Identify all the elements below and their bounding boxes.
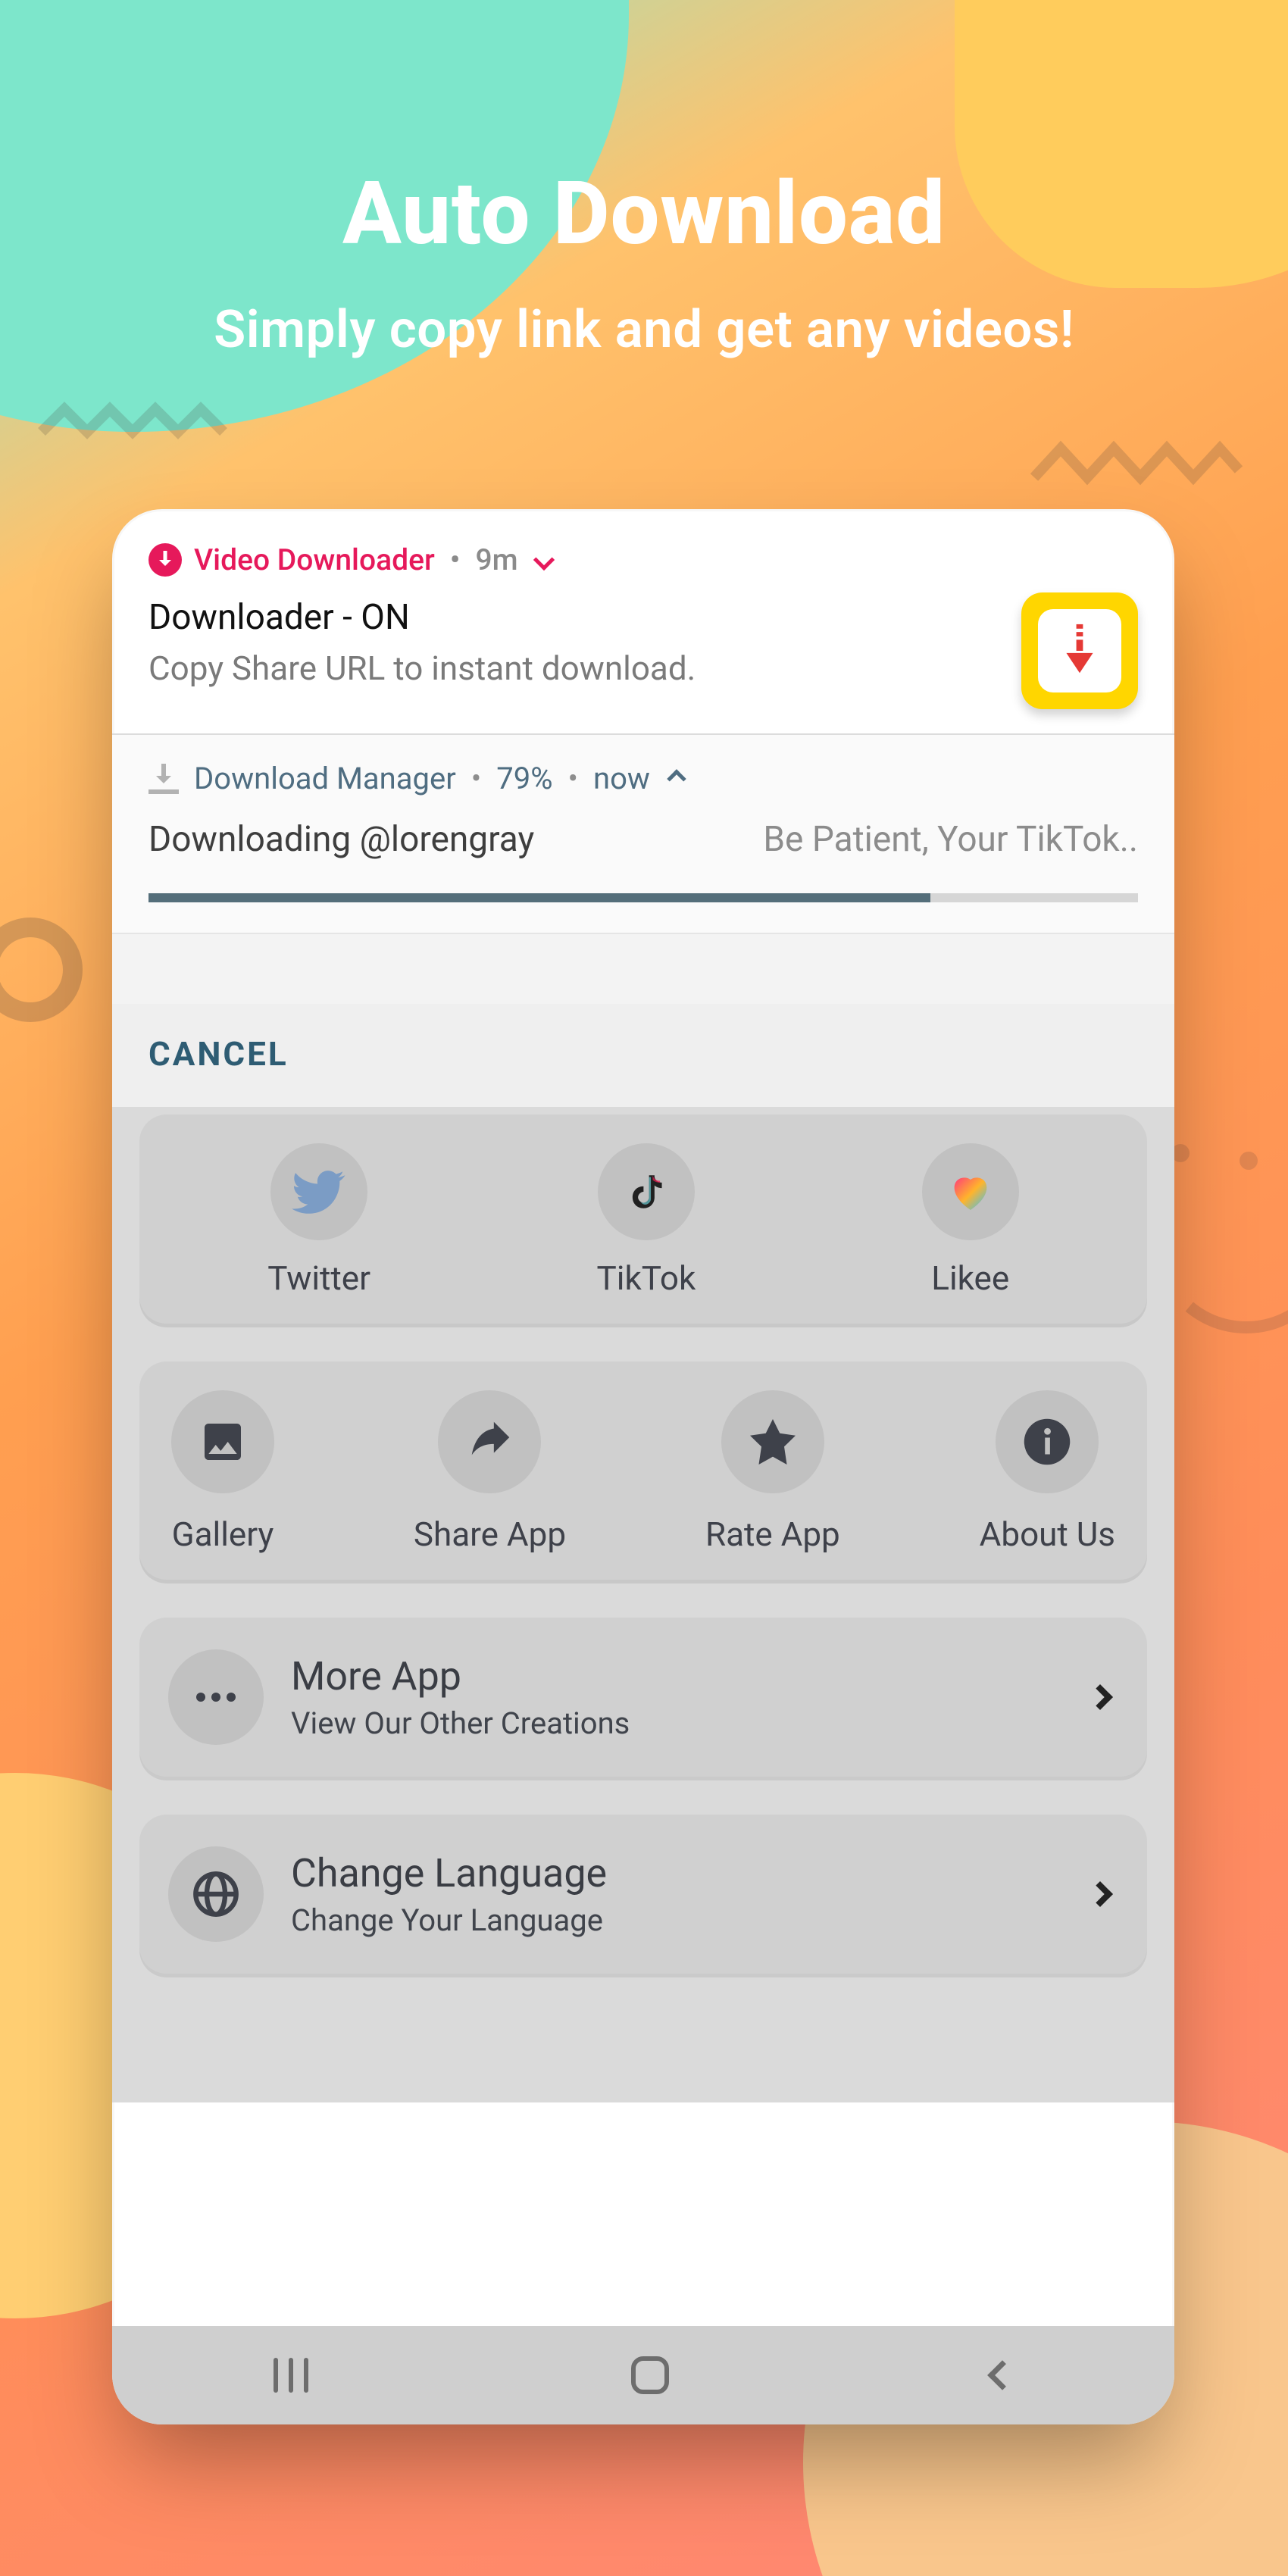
notif2-age: now	[593, 761, 650, 796]
tiktok-icon	[598, 1143, 695, 1240]
promo-text: Auto Download Simply copy link and get a…	[0, 163, 1288, 360]
more-icon	[168, 1649, 264, 1745]
app-icon	[1021, 592, 1138, 709]
chevron-right-icon	[1087, 1684, 1113, 1710]
globe-icon	[168, 1846, 264, 1942]
twitter-icon	[270, 1143, 367, 1240]
nav-back-button[interactable]	[987, 2360, 1018, 2390]
notif-app-name: Video Downloader	[194, 542, 435, 577]
star-icon	[721, 1390, 824, 1493]
notification-download-manager[interactable]: Download Manager • 79% • now Downloading…	[112, 735, 1174, 933]
nav-recent-button[interactable]	[274, 2358, 308, 2393]
notif2-percent: 79%	[496, 761, 552, 796]
likee-icon	[922, 1143, 1019, 1240]
actions-card: Gallery Share App Rate App About Us	[139, 1361, 1147, 1580]
app-background: Twitter TikTok Likee	[112, 1107, 1174, 2102]
social-likee[interactable]: Likee	[922, 1143, 1019, 1298]
list-more-apps[interactable]: More App View Our Other Creations	[139, 1618, 1147, 1777]
promo-subtitle: Simply copy link and get any videos!	[0, 299, 1288, 360]
phone-frame: Video Downloader • 9m Downloader - ON Co…	[112, 509, 1174, 2424]
notif-message: Copy Share URL to instant download.	[148, 649, 1003, 688]
cancel-button[interactable]: CANCEL	[148, 1034, 289, 1074]
social-card: Twitter TikTok Likee	[139, 1114, 1147, 1324]
download-item-subtitle: Be Patient, Your TikTok..	[763, 819, 1138, 860]
notif-age: 9m	[475, 542, 517, 577]
info-icon	[996, 1390, 1099, 1493]
notification-downloader[interactable]: Video Downloader • 9m Downloader - ON Co…	[112, 509, 1174, 733]
download-progress	[148, 893, 1138, 902]
share-icon	[438, 1390, 541, 1493]
gallery-icon	[171, 1390, 274, 1493]
notif-title: Downloader - ON	[148, 597, 1003, 638]
nav-home-button[interactable]	[631, 2356, 669, 2394]
action-gallery[interactable]: Gallery	[171, 1390, 274, 1554]
download-item-title: Downloading @lorengray	[148, 819, 534, 860]
download-icon	[148, 543, 182, 577]
chevron-up-icon[interactable]	[667, 769, 686, 788]
action-about[interactable]: About Us	[980, 1390, 1115, 1554]
notif2-app-name: Download Manager	[194, 761, 456, 796]
chevron-down-icon[interactable]	[533, 549, 554, 571]
chevron-right-icon	[1087, 1881, 1113, 1907]
android-nav-bar	[112, 2326, 1174, 2424]
social-tiktok[interactable]: TikTok	[597, 1143, 696, 1298]
action-rate[interactable]: Rate App	[705, 1390, 840, 1554]
cancel-bar: CANCEL	[112, 1004, 1174, 1107]
list-change-language[interactable]: Change Language Change Your Language	[139, 1815, 1147, 1974]
download-small-icon	[148, 764, 179, 794]
action-share[interactable]: Share App	[414, 1390, 566, 1554]
promo-title: Auto Download	[0, 163, 1288, 265]
social-twitter[interactable]: Twitter	[267, 1143, 370, 1298]
